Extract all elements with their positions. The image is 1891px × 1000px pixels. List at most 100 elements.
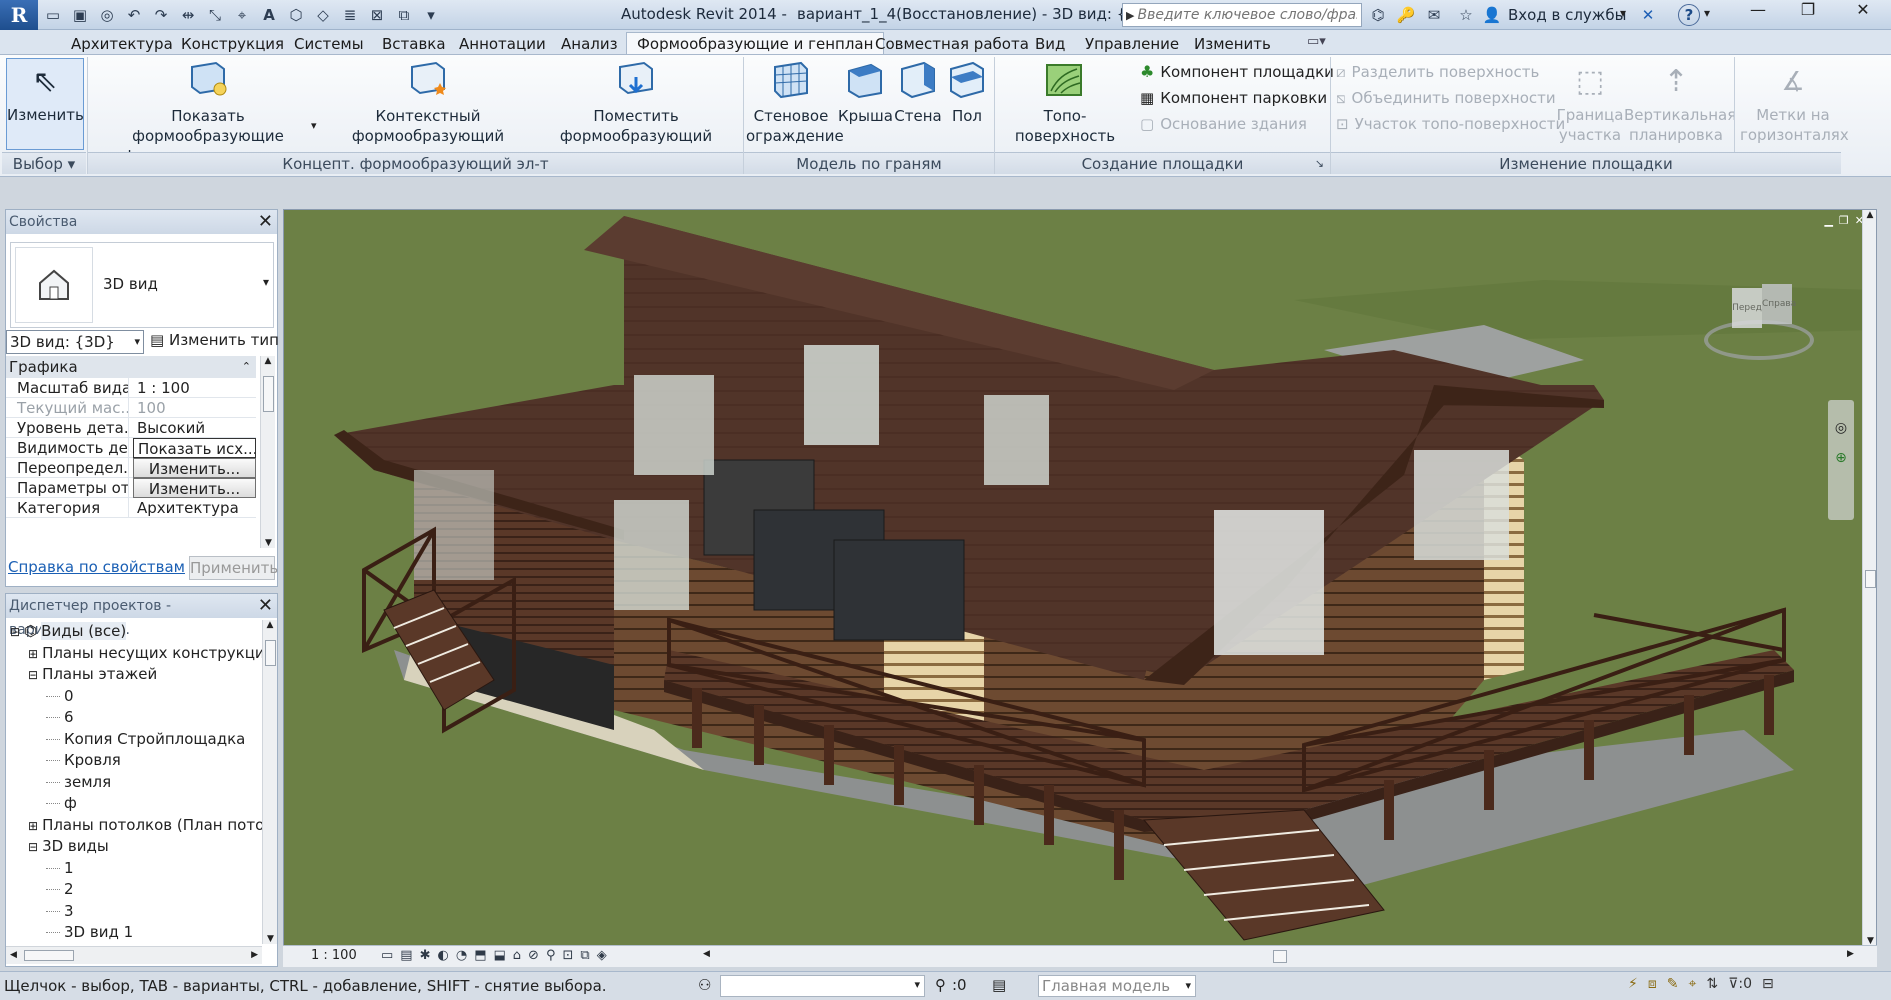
tab-structure[interactable]: Конструкция <box>171 33 294 55</box>
h-scroll-thumb[interactable] <box>1273 950 1287 963</box>
browser-tree-item[interactable]: 6 <box>46 706 74 728</box>
subregion-button[interactable]: ⊡ Участок топо-поверхности <box>1336 111 1565 137</box>
minimize-icon[interactable]: — <box>1740 0 1776 20</box>
property-row[interactable]: Масштаб вида 1 : 100 <box>6 378 256 398</box>
browser-tree-item[interactable]: ⊞ Планы несущих конструкций <box>28 642 262 664</box>
temp-hide-icon[interactable]: ⊘ <box>528 948 539 963</box>
temp-view-props-icon[interactable]: ⊡ <box>562 948 573 963</box>
select-pinned-icon[interactable]: ✎ <box>1667 976 1679 992</box>
worksharing-icon[interactable]: ⚇ <box>698 976 711 994</box>
search-expand-icon[interactable]: ▶ <box>1123 9 1137 22</box>
property-row[interactable]: Текущий мас... 100 <box>6 398 256 418</box>
exchange-apps-icon[interactable]: ✕ <box>1636 4 1660 26</box>
property-row[interactable]: Уровень дета... Высокий <box>6 418 256 438</box>
browser-tree-item[interactable]: 2 <box>46 878 74 900</box>
redo-icon[interactable]: ↷ <box>149 4 173 26</box>
browser-tree-item[interactable]: ф <box>46 792 77 814</box>
filter-icon[interactable]: ⊽:0 <box>1728 976 1752 992</box>
highlight-icon[interactable]: ◈ <box>597 948 607 963</box>
site-component-button[interactable]: ♣ Компонент площадки <box>1140 59 1334 85</box>
help-icon[interactable]: ? <box>1678 4 1700 26</box>
apply-button[interactable]: Применить <box>189 556 278 580</box>
type-selector[interactable]: 3D вид ▾ <box>10 242 274 328</box>
panel-launcher-icon[interactable]: ↘ <box>1315 153 1324 175</box>
select-panel-dropdown[interactable]: Выбор ▾ <box>2 152 86 174</box>
tag-icon[interactable]: ⌖ <box>230 4 254 26</box>
browser-hscrollbar[interactable]: ◀ ▶ <box>6 946 262 964</box>
design-options-icon[interactable]: ▤ <box>992 976 1006 994</box>
design-option-dropdown[interactable]: Главная модель ▾ <box>1038 975 1196 997</box>
scroll-up-icon[interactable]: ▲ <box>263 620 277 630</box>
minimize-icon[interactable]: ▁ <box>1824 214 1832 227</box>
select-face-icon[interactable]: ⌖ <box>1688 976 1696 992</box>
parking-component-button[interactable]: ▦ Компонент парковки <box>1140 85 1327 111</box>
show-mass-button[interactable]: Показать формообразующие формы и перекры… <box>100 59 316 166</box>
measure-icon[interactable]: ⇹ <box>176 4 200 26</box>
view-scale[interactable]: 1 : 100 <box>311 948 357 963</box>
property-row[interactable]: Переопредел... Изменить... <box>6 458 256 478</box>
visual-style-icon[interactable]: ▤ <box>400 948 412 963</box>
dimension-icon[interactable]: ⤡ <box>203 4 227 26</box>
modify-button[interactable]: ⇖ Изменить <box>6 58 84 150</box>
viewcube-right[interactable]: Справа <box>1762 284 1796 324</box>
editable-only-icon[interactable]: ⚲ <box>935 976 946 994</box>
tab-view[interactable]: Вид <box>1025 33 1075 55</box>
close-hidden-icon[interactable]: ⊠ <box>365 4 389 26</box>
sync-icon[interactable]: ◎ <box>95 4 119 26</box>
property-edit-button[interactable]: Изменить... <box>133 478 256 498</box>
crop-view-icon[interactable]: ⬒ <box>474 948 486 963</box>
viewcube[interactable]: Перед Справа <box>1704 280 1814 365</box>
properties-scrollbar[interactable]: ▲ ▼ <box>260 356 275 548</box>
properties-help-link[interactable]: Справка по свойствам <box>8 558 185 576</box>
label-contours-button[interactable]: ∡ Метки на горизонталях <box>1740 59 1849 145</box>
scroll-thumb[interactable] <box>265 640 276 666</box>
browser-tree-item[interactable]: 1 <box>46 857 74 879</box>
zoom-icon[interactable]: ⊕ <box>1828 450 1854 466</box>
browser-tree-item[interactable]: ⊟ ⌬ Виды (все) <box>10 620 127 642</box>
select-underlay-icon[interactable]: ⧈ <box>1648 976 1657 992</box>
open-icon[interactable]: ▭ <box>41 4 65 26</box>
shadows-icon[interactable]: ◐ <box>438 948 449 963</box>
property-edit-button[interactable]: Изменить... <box>133 458 256 478</box>
search-input[interactable] <box>1137 7 1358 23</box>
favorites-icon[interactable]: ☆ <box>1454 4 1478 26</box>
undo-icon[interactable]: ↶ <box>122 4 146 26</box>
restore-icon[interactable]: ❐ <box>1790 0 1826 20</box>
building-pad-button[interactable]: ▢ Основание здания <box>1140 111 1307 137</box>
tab-modify[interactable]: Изменить <box>1184 33 1281 55</box>
tab-architecture[interactable]: Архитектура <box>61 33 183 55</box>
sun-path-icon[interactable]: ✱ <box>420 948 431 963</box>
show-mass-dropdown-icon[interactable]: ▾ <box>311 119 317 132</box>
drag-elements-icon[interactable]: ⇅ <box>1706 976 1718 992</box>
edit-type-button[interactable]: ▤ Изменить тип <box>150 331 279 349</box>
tab-manage[interactable]: Управление <box>1075 33 1189 55</box>
qa-dropdown-icon[interactable]: ▾ <box>419 4 443 26</box>
scroll-up-icon[interactable]: ▲ <box>1863 210 1876 220</box>
browser-tree-item[interactable]: 0 <box>46 685 74 707</box>
property-value[interactable]: Показать исх... <box>133 438 256 458</box>
reveal-hidden-icon[interactable]: ⚲ <box>546 948 556 963</box>
browser-vscrollbar[interactable]: ▲ ▼ <box>262 620 277 944</box>
floor-by-face-button[interactable]: Пол <box>944 59 990 126</box>
collapse-icon[interactable]: ⊟ <box>28 840 38 854</box>
section-icon[interactable]: ◇ <box>311 4 335 26</box>
house-model-render[interactable] <box>284 210 1877 946</box>
close-icon[interactable]: ✕ <box>1840 0 1886 20</box>
place-mass-button[interactable]: Поместить формообразующий элемент <box>532 59 740 166</box>
thin-lines-icon[interactable]: ≣ <box>338 4 362 26</box>
graded-region-button[interactable]: ⇡ Вертикальная планировка <box>1624 59 1736 145</box>
help-dropdown-icon[interactable]: ▾ <box>1704 6 1710 20</box>
render-icon[interactable]: ◔ <box>456 948 467 963</box>
user-icon[interactable]: 👤 <box>1480 4 1504 26</box>
tab-systems[interactable]: Системы <box>284 33 374 55</box>
subscription-icon[interactable]: 🔑 <box>1394 4 1418 26</box>
filter-toggle-icon[interactable]: ⊟ <box>1762 976 1774 992</box>
browser-tree-item[interactable]: 3 <box>46 900 74 922</box>
scroll-left-icon[interactable]: ◀ <box>10 950 17 960</box>
property-value[interactable]: Архитектура <box>133 498 256 518</box>
merge-surface-button[interactable]: ⧅ Объединить поверхности <box>1336 85 1556 111</box>
property-value[interactable]: 1 : 100 <box>133 378 256 398</box>
3d-view-icon[interactable]: ⬡ <box>284 4 308 26</box>
scroll-left-icon[interactable]: ◀ <box>703 949 710 959</box>
active-workset-dropdown[interactable]: ▾ <box>720 975 925 997</box>
